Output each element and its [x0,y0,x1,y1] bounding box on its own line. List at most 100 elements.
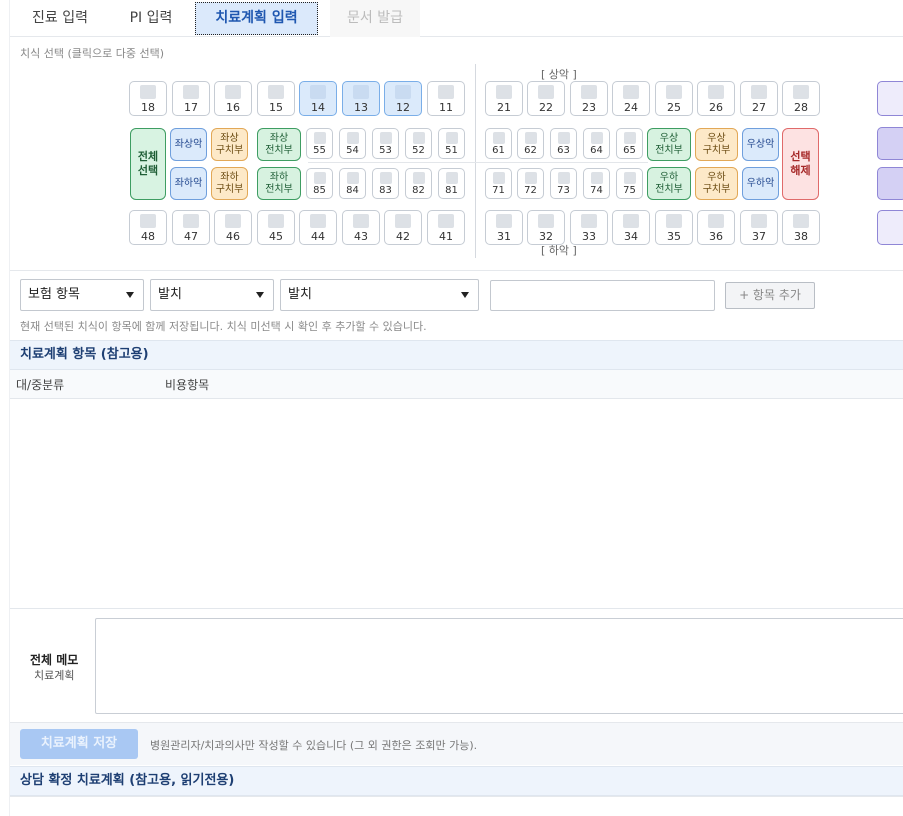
tab-treatment-plan-entry[interactable]: 치료계획 입력 [195,2,318,35]
tab-pi-entry[interactable]: PI 입력 [128,0,174,37]
tooth-31[interactable]: 31 [485,210,523,245]
consult-plan-body [10,796,903,816]
tooth-number: 81 [445,185,458,196]
tooth-21[interactable]: 21 [485,81,523,116]
tooth-75[interactable]: 75 [616,168,643,199]
quick-upper-right-posterior-line2: 구치부 [702,144,731,156]
tooth-41[interactable]: 41 [427,210,465,245]
tooth-38[interactable]: 38 [782,210,820,245]
tooth-82[interactable]: 82 [405,168,432,199]
tooth-47[interactable]: 47 [172,210,210,245]
quick-lower-left-posterior-button[interactable]: 좌하 구치부 [211,167,248,200]
tooth-marker [708,85,724,99]
tab-treatment-entry[interactable]: 진료 입력 [30,0,90,37]
quick-upper-left-posterior-button[interactable]: 좌상 구치부 [211,128,248,161]
tooth-number: 37 [752,230,766,243]
side-action-button-2[interactable] [877,127,903,160]
tooth-36[interactable]: 36 [697,210,735,245]
tooth-53[interactable]: 53 [372,128,399,159]
tooth-16[interactable]: 16 [214,81,252,116]
tooth-71[interactable]: 71 [485,168,512,199]
tooth-48[interactable]: 48 [129,210,167,245]
tooth-34[interactable]: 34 [612,210,650,245]
side-action-button-3[interactable] [877,167,903,200]
tooth-24[interactable]: 24 [612,81,650,116]
tooth-23[interactable]: 23 [570,81,608,116]
select-all-button[interactable]: 전체 선택 [130,128,166,200]
tooth-64[interactable]: 64 [583,128,610,159]
tooth-14[interactable]: 14 [299,81,337,116]
quick-lower-right-anterior-button[interactable]: 우하 전치부 [647,167,691,200]
add-item-button[interactable]: + 항목 추가 [725,282,815,309]
tooth-26[interactable]: 26 [697,81,735,116]
tooth-marker [590,132,603,144]
tooth-33[interactable]: 33 [570,210,608,245]
quick-upper-left-jaw-button[interactable]: 좌상악 [170,128,207,161]
quick-lower-right-jaw-button[interactable]: 우하악 [742,167,779,200]
tooth-61[interactable]: 61 [485,128,512,159]
tooth-81[interactable]: 81 [438,168,465,199]
tooth-17[interactable]: 17 [172,81,210,116]
tooth-37[interactable]: 37 [740,210,778,245]
tooth-54[interactable]: 54 [339,128,366,159]
tooth-83[interactable]: 83 [372,168,399,199]
tooth-45[interactable]: 45 [257,210,295,245]
tooth-42[interactable]: 42 [384,210,422,245]
clear-selection-line1: 선택 [790,150,811,163]
tooth-28[interactable]: 28 [782,81,820,116]
tooth-number: 43 [354,230,368,243]
tooth-44[interactable]: 44 [299,210,337,245]
tooth-number: 22 [539,101,553,114]
quick-lower-right-posterior-button[interactable]: 우하 구치부 [695,167,738,200]
save-treatment-plan-button[interactable]: 치료계획 저장 [20,729,138,759]
tooth-51[interactable]: 51 [438,128,465,159]
chevron-down-icon [126,292,134,298]
tooth-72[interactable]: 72 [517,168,544,199]
tooth-marker [751,85,767,99]
tooth-marker [313,172,326,184]
tooth-25[interactable]: 25 [655,81,693,116]
tooth-65[interactable]: 65 [616,128,643,159]
quick-lower-left-jaw-button[interactable]: 좌하악 [170,167,207,200]
tooth-11[interactable]: 11 [427,81,465,116]
tooth-32[interactable]: 32 [527,210,565,245]
category-select[interactable]: 보험 항목 [20,279,144,311]
quick-upper-right-jaw-button[interactable]: 우상악 [742,128,779,161]
tooth-22[interactable]: 22 [527,81,565,116]
tooth-marker [395,85,411,99]
tab-document-issue[interactable]: 문서 발급 [330,0,420,37]
side-action-button-4[interactable] [877,210,903,245]
subcategory-select[interactable]: 발치 [150,279,274,311]
tooth-55[interactable]: 55 [306,128,333,159]
tooth-73[interactable]: 73 [550,168,577,199]
item-select[interactable]: 발치 [280,279,479,311]
quick-upper-right-anterior-button[interactable]: 우상 전치부 [647,128,691,161]
quick-lower-right-posterior-line2: 구치부 [702,183,731,195]
quick-upper-right-posterior-button[interactable]: 우상 구치부 [695,128,738,161]
tooth-number: 83 [379,185,392,196]
tooth-15[interactable]: 15 [257,81,295,116]
tooth-74[interactable]: 74 [583,168,610,199]
tooth-63[interactable]: 63 [550,128,577,159]
tooth-35[interactable]: 35 [655,210,693,245]
memo-textarea[interactable] [95,618,903,714]
tooth-13[interactable]: 13 [342,81,380,116]
quick-upper-left-anterior-button[interactable]: 좌상 전치부 [257,128,301,161]
quick-lower-left-anterior-button[interactable]: 좌하 전치부 [257,167,301,200]
tooth-62[interactable]: 62 [517,128,544,159]
quick-upper-right-anterior-line2: 전치부 [655,144,683,156]
clear-selection-button[interactable]: 선택 해제 [782,128,819,200]
tooth-46[interactable]: 46 [214,210,252,245]
tooth-52[interactable]: 52 [405,128,432,159]
tooth-marker [353,214,369,228]
quick-upper-left-anterior-line1: 좌상 [269,132,289,144]
tooth-marker [492,172,505,184]
tooth-43[interactable]: 43 [342,210,380,245]
side-action-button-1[interactable] [877,81,903,116]
tooth-85[interactable]: 85 [306,168,333,199]
tooth-12[interactable]: 12 [384,81,422,116]
item-memo-input[interactable] [490,280,715,311]
tooth-84[interactable]: 84 [339,168,366,199]
tooth-18[interactable]: 18 [129,81,167,116]
tooth-27[interactable]: 27 [740,81,778,116]
